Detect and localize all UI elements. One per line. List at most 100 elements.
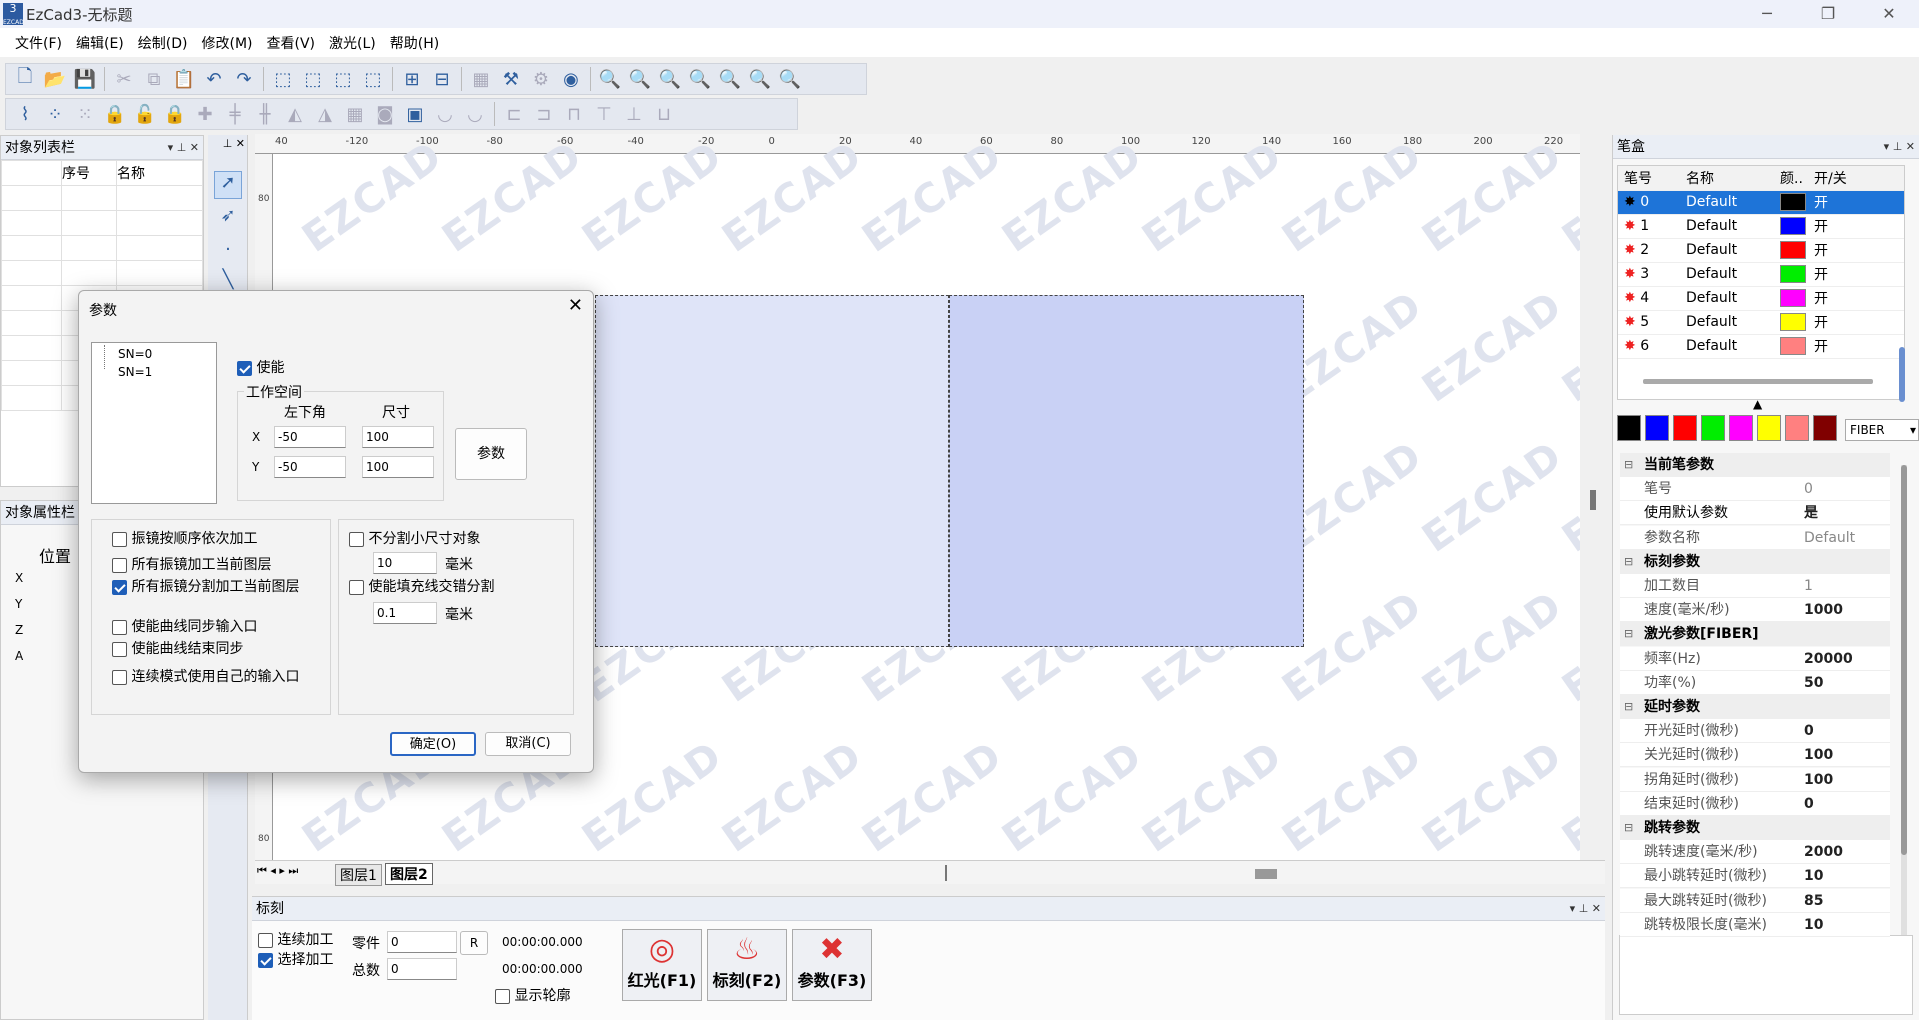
param-value[interactable]: 0 bbox=[1804, 477, 1813, 501]
props-scroll-thumb[interactable] bbox=[1901, 465, 1907, 855]
color-swatch[interactable] bbox=[1617, 415, 1641, 441]
menu-file[interactable]: 文件(F) bbox=[15, 33, 62, 53]
param-row[interactable]: 功率(%) 50 bbox=[1620, 670, 1890, 695]
align-h-icon[interactable]: ╪ bbox=[222, 101, 248, 127]
fill-stagger-input[interactable]: 0.1 bbox=[373, 602, 437, 624]
group-icon[interactable]: ⬚ bbox=[270, 66, 296, 92]
panel-controls-icon[interactable]: ⊥ ✕ bbox=[223, 137, 245, 150]
pen-onoff[interactable]: 开 bbox=[1808, 190, 1904, 215]
param-row[interactable]: 加工数目 1 bbox=[1620, 574, 1890, 598]
color-swatch[interactable] bbox=[1785, 415, 1809, 441]
param-value[interactable]: 1 bbox=[1804, 574, 1813, 598]
option-checkbox[interactable] bbox=[112, 619, 127, 635]
redo-icon[interactable]: ↷ bbox=[231, 66, 257, 92]
select-tool-icon[interactable]: ➚ bbox=[214, 171, 242, 199]
pen-row[interactable]: ✸ 4 Default 开 bbox=[1618, 286, 1904, 311]
transform-icon[interactable]: ⚙ bbox=[528, 66, 554, 92]
point-tool-icon[interactable]: · bbox=[214, 239, 242, 267]
col-header-index[interactable]: 序号 bbox=[61, 160, 117, 186]
zoom-out-icon[interactable]: 🔍 bbox=[687, 66, 713, 92]
pen-onoff[interactable]: 开 bbox=[1808, 214, 1904, 239]
vertical-scroll-thumb[interactable] bbox=[1590, 490, 1596, 510]
collapse-icon[interactable]: ⊟ bbox=[1624, 622, 1633, 646]
collapse-icon[interactable]: ⊟ bbox=[1624, 816, 1633, 840]
pen-description-box[interactable] bbox=[1619, 935, 1913, 1015]
collapse-icon[interactable]: ⊟ bbox=[1624, 695, 1633, 719]
param-row[interactable]: 关光延时(微秒) 100 bbox=[1620, 743, 1890, 768]
enable-option[interactable]: 使能 bbox=[237, 357, 284, 377]
splitter-up-icon[interactable]: ▲ bbox=[1753, 397, 1762, 411]
menu-draw[interactable]: 绘制(D) bbox=[138, 33, 188, 53]
pen-onoff[interactable]: 开 bbox=[1808, 238, 1904, 263]
menu-modify[interactable]: 修改(M) bbox=[201, 33, 252, 53]
param-row[interactable]: 跳转极限长度(毫米) 10 bbox=[1620, 912, 1890, 937]
param-section[interactable]: ⊟ 延时参数 bbox=[1620, 695, 1890, 719]
lock-all-icon[interactable]: 🔒 bbox=[162, 101, 188, 127]
color-swatch[interactable] bbox=[1673, 415, 1697, 441]
cut-icon[interactable]: ✂ bbox=[111, 66, 137, 92]
param-row[interactable]: 最小跳转延时(微秒) 10 bbox=[1620, 864, 1890, 889]
minimize-icon[interactable]: ─ bbox=[1744, 0, 1790, 28]
param-value[interactable]: 1000 bbox=[1804, 598, 1843, 622]
color-swatch[interactable] bbox=[1757, 415, 1781, 441]
add-layer-icon[interactable]: ⊞ bbox=[399, 66, 425, 92]
col-header-name[interactable]: 名称 bbox=[116, 160, 203, 186]
restore-icon[interactable]: ❐ bbox=[1805, 0, 1851, 28]
pen-onoff[interactable]: 开 bbox=[1808, 262, 1904, 287]
param-section[interactable]: ⊟ 标刻参数 bbox=[1620, 549, 1890, 574]
option-checkbox[interactable] bbox=[112, 579, 127, 595]
pen-row[interactable]: ✸ 5 Default 开 bbox=[1618, 310, 1904, 335]
param-value[interactable]: 50 bbox=[1804, 671, 1823, 695]
select-option[interactable]: 选择加工 bbox=[258, 949, 333, 969]
tree-item-sn0[interactable]: SN=0 bbox=[118, 347, 152, 361]
node-edit-icon[interactable]: ⌇ bbox=[12, 101, 38, 127]
panel-controls-icon[interactable]: ▾ ⊥ ✕ bbox=[1884, 135, 1915, 159]
red-light-button[interactable]: ◎ 红光(F1) bbox=[622, 929, 702, 1001]
grid-icon[interactable]: ▦ bbox=[342, 101, 368, 127]
total-input[interactable]: 0 bbox=[387, 958, 457, 980]
dialog-option[interactable]: 使能曲线同步输入口 bbox=[112, 616, 328, 636]
param-value[interactable]: 20000 bbox=[1804, 647, 1853, 671]
param-section[interactable]: ⊟ 激光参数[FIBER] bbox=[1620, 622, 1890, 647]
workspace-param-button[interactable]: 参数 bbox=[455, 428, 527, 480]
close-icon[interactable]: ✕ bbox=[568, 295, 583, 316]
pen-row[interactable]: ✸ 1 Default 开 bbox=[1618, 214, 1904, 239]
param-value[interactable]: 10 bbox=[1804, 913, 1823, 937]
layers-icon[interactable]: ▣ bbox=[402, 101, 428, 127]
dialog-option[interactable]: 使能曲线结束同步 bbox=[112, 638, 328, 658]
param-value[interactable]: 0 bbox=[1804, 792, 1814, 816]
fill-stagger-checkbox[interactable] bbox=[349, 579, 364, 595]
layer-tab-1[interactable]: 图层1 bbox=[335, 864, 382, 886]
pen-row[interactable]: ✸ 2 Default 开 bbox=[1618, 238, 1904, 263]
part-input[interactable]: 0 bbox=[387, 931, 457, 953]
pen-row[interactable]: ✸ 6 Default 开 bbox=[1618, 334, 1904, 359]
workspace-area-sn1[interactable] bbox=[949, 295, 1304, 647]
param-row[interactable]: 笔号 0 bbox=[1620, 477, 1890, 502]
layer-nav-icon[interactable]: ⏮ ◂ ▸ ⏭ bbox=[257, 864, 298, 878]
copy-icon[interactable]: ⧉ bbox=[141, 66, 167, 92]
layer-tab-2[interactable]: 图层2 bbox=[385, 863, 433, 885]
pen-onoff[interactable]: 开 bbox=[1808, 334, 1904, 359]
param-value[interactable]: 10 bbox=[1804, 864, 1823, 888]
open-file-icon[interactable]: 📂 bbox=[42, 66, 68, 92]
pen-col-onoff[interactable]: 开/关 bbox=[1808, 166, 1904, 191]
horizontal-scroll-thumb[interactable] bbox=[1255, 869, 1277, 879]
pen-onoff[interactable]: 开 bbox=[1808, 286, 1904, 311]
param-value[interactable]: 是 bbox=[1804, 501, 1818, 525]
no-split-small-input[interactable]: 10 bbox=[373, 552, 437, 574]
align-top-icon[interactable]: ⊤ bbox=[591, 101, 617, 127]
align-middle-icon[interactable]: ⊔ bbox=[651, 101, 677, 127]
workspace-area-sn0[interactable] bbox=[595, 295, 949, 647]
pen-row[interactable]: ✸ 3 Default 开 bbox=[1618, 262, 1904, 287]
x-size-input[interactable]: 100 bbox=[362, 426, 434, 448]
param-value[interactable]: 100 bbox=[1804, 743, 1833, 767]
param-value[interactable]: Default bbox=[1804, 526, 1855, 550]
continuous-option[interactable]: 连续加工 bbox=[258, 929, 333, 949]
panel-controls-icon[interactable]: ▾ ⊥ ✕ bbox=[1570, 897, 1601, 921]
pen-h-scroll-thumb[interactable] bbox=[1643, 379, 1873, 384]
zoom-all-icon[interactable]: 🔍 bbox=[717, 66, 743, 92]
save-icon[interactable]: 💾 bbox=[72, 66, 98, 92]
color-swatch[interactable] bbox=[1645, 415, 1669, 441]
props-scrollbar[interactable] bbox=[1901, 465, 1907, 995]
zoom-window-icon[interactable]: 🔍 bbox=[597, 66, 623, 92]
